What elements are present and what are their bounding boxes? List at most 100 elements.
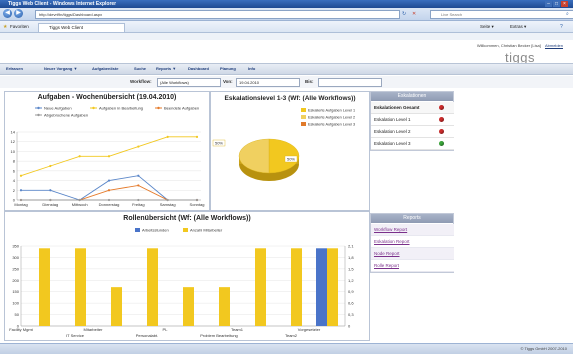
y-tick-label: 6 bbox=[13, 168, 16, 173]
menu-neuer-vorgang[interactable]: Neuer Vorgang ▼ bbox=[44, 66, 77, 72]
x-tick-label: Sonntag bbox=[190, 202, 205, 207]
workflow-select[interactable]: (Alle Workflows) bbox=[157, 78, 221, 87]
role-overview-panel: Rollenübersicht (Wf: (Alle Workflows)) A… bbox=[4, 211, 370, 341]
bar-chart-title: Rollenübersicht (Wf: (Alle Workflows)) bbox=[123, 215, 251, 222]
escalation-label: Eskalation Level 2 bbox=[374, 129, 411, 134]
search-icon[interactable]: ⌕ bbox=[566, 11, 569, 17]
data-point bbox=[107, 198, 111, 202]
close-icon[interactable]: × bbox=[561, 1, 568, 7]
stop-icon[interactable]: ✕ bbox=[412, 11, 416, 17]
bar bbox=[327, 248, 338, 326]
x-tick-label: Vorgesetzter bbox=[298, 327, 321, 332]
status-red-icon bbox=[439, 129, 444, 134]
escalation-row[interactable]: Eskalation Level 1 bbox=[371, 114, 454, 126]
legend-marker bbox=[92, 106, 95, 110]
y-tick-label: 14 bbox=[11, 130, 16, 135]
escalations-header: Eskalationen bbox=[371, 92, 453, 101]
menu-dashboard[interactable]: Dashboard bbox=[188, 66, 209, 72]
page-menu[interactable]: Seite ▾ bbox=[480, 24, 494, 30]
slice-label: 50% bbox=[215, 141, 223, 146]
favorites-label[interactable]: Favoriten bbox=[10, 24, 29, 29]
weekly-chart-title: Aufgaben - Wochenübersicht (19.04.2010) bbox=[37, 94, 177, 101]
report-link[interactable]: Rolle Report bbox=[371, 260, 454, 272]
reports-panel: Reports Workflow Report Eskalation Report… bbox=[370, 213, 454, 273]
menu-aufgabenliste[interactable]: Aufgabenliste bbox=[92, 66, 118, 72]
x-tick-label: PL bbox=[163, 327, 169, 332]
legend-marker bbox=[157, 106, 160, 110]
data-point bbox=[19, 189, 23, 192]
pie-chart-title: Eskalationslevel 1-3 (Wf: (Alle Workflow… bbox=[224, 95, 356, 102]
legend-label: Beendete Aufgaben bbox=[164, 106, 199, 111]
legend-label: Eskalierte Aufgaben Level 1 bbox=[308, 109, 355, 113]
x-tick-label: Freitag bbox=[132, 202, 144, 207]
status-green-icon bbox=[439, 141, 444, 146]
help-icon[interactable]: ? bbox=[560, 24, 563, 30]
bar bbox=[39, 248, 50, 326]
escalation-row[interactable]: Eskalationen Gesamt bbox=[371, 102, 454, 114]
back-icon[interactable]: ◀ bbox=[3, 9, 12, 18]
y-tick-label: 200 bbox=[12, 278, 19, 283]
data-point bbox=[107, 189, 111, 192]
menu-suche[interactable]: Suche bbox=[134, 66, 146, 72]
status-red-icon bbox=[439, 117, 444, 122]
minimize-icon[interactable]: – bbox=[545, 1, 552, 7]
x-tick-label: Dienstag bbox=[42, 202, 58, 207]
legend-label: Aufgaben in Bearbeitung bbox=[99, 106, 143, 111]
search-input[interactable]: Live Search bbox=[430, 10, 573, 19]
data-point bbox=[195, 198, 199, 202]
star-icon[interactable]: ★ bbox=[3, 24, 7, 30]
weekly-tasks-panel: Aufgaben - Wochenübersicht (19.04.2010) … bbox=[4, 91, 210, 211]
data-point bbox=[166, 198, 169, 202]
tools-menu[interactable]: Extras ▾ bbox=[510, 24, 526, 30]
report-link[interactable]: Eskalation Report bbox=[371, 236, 454, 248]
legend-swatch bbox=[135, 228, 140, 232]
logout-link[interactable]: Abmelden bbox=[545, 43, 563, 48]
y2-tick-label: 2,1 bbox=[348, 244, 354, 249]
x-tick-label: IT Service bbox=[66, 333, 85, 338]
menu-erfassen[interactable]: Erfassen bbox=[6, 66, 23, 72]
y-tick-label: 8 bbox=[13, 159, 16, 164]
series-line bbox=[21, 175, 197, 201]
von-date-input[interactable]: 19.04.2010 bbox=[236, 78, 300, 87]
weekly-line-chart: Neue Aufgaben Aufgaben in Bearbeitung Been… bbox=[11, 106, 205, 208]
main-menu: Erfassen Neuer Vorgang ▼ Aufgabenliste S… bbox=[0, 63, 573, 75]
y2-tick-label: 1,2 bbox=[348, 278, 354, 283]
series-line bbox=[21, 184, 197, 201]
window-title: Tiggs Web Client - Windows Internet Expl… bbox=[8, 1, 117, 7]
bar bbox=[291, 248, 302, 326]
menu-planung[interactable]: Planung bbox=[220, 66, 236, 72]
menu-info[interactable]: Info bbox=[248, 66, 255, 72]
forward-icon[interactable]: ▶ bbox=[14, 9, 23, 18]
report-link[interactable]: Workflow Report bbox=[371, 224, 454, 236]
legend-label: Arbeitsstunden bbox=[142, 228, 169, 233]
copyright-text: © Tiggs GmbH 2007-2010 bbox=[520, 346, 567, 351]
navigation-bar: ◀ ▶ http://devrt9n/tiggs/Dashboard.aspx … bbox=[0, 8, 573, 21]
bar bbox=[75, 248, 86, 326]
bis-date-input[interactable] bbox=[318, 78, 382, 87]
data-point bbox=[78, 198, 81, 202]
status-red-icon bbox=[439, 105, 444, 110]
refresh-icon[interactable]: ↻ bbox=[402, 11, 406, 17]
x-tick-label: Facility Mgmt bbox=[9, 327, 33, 332]
browser-tab[interactable]: Tiggs Web Client bbox=[38, 23, 125, 33]
report-link[interactable]: Node Report bbox=[371, 248, 454, 260]
x-tick-label: Samstag bbox=[160, 202, 176, 207]
data-point bbox=[78, 155, 81, 158]
y2-tick-label: 0,6 bbox=[348, 301, 354, 306]
maximize-icon[interactable]: □ bbox=[553, 1, 560, 7]
escalation-pie-chart: 50% 50% Eskalierte Aufgaben Level 1 Eskalie… bbox=[212, 108, 355, 181]
y-tick-label: 350 bbox=[12, 244, 19, 249]
x-tick-label: Montag bbox=[14, 202, 27, 207]
legend-marker bbox=[37, 106, 40, 110]
bis-label: Bis: bbox=[305, 79, 314, 84]
y-tick-label: 100 bbox=[12, 301, 19, 306]
welcome-text: Willkommen, Christian Becker [Lisa] bbox=[476, 43, 541, 48]
escalation-row[interactable]: Eskalation Level 3 bbox=[371, 138, 454, 150]
bar bbox=[219, 287, 230, 326]
filter-bar: Workflow: (Alle Workflows) Von: 19.04.20… bbox=[0, 76, 573, 88]
y-tick-label: 300 bbox=[12, 255, 19, 260]
menu-reports[interactable]: Reports ▼ bbox=[156, 66, 176, 72]
bar bbox=[255, 248, 266, 326]
address-bar[interactable]: http://devrt9n/tiggs/Dashboard.aspx bbox=[35, 10, 400, 19]
escalation-row[interactable]: Eskalation Level 2 bbox=[371, 126, 454, 138]
